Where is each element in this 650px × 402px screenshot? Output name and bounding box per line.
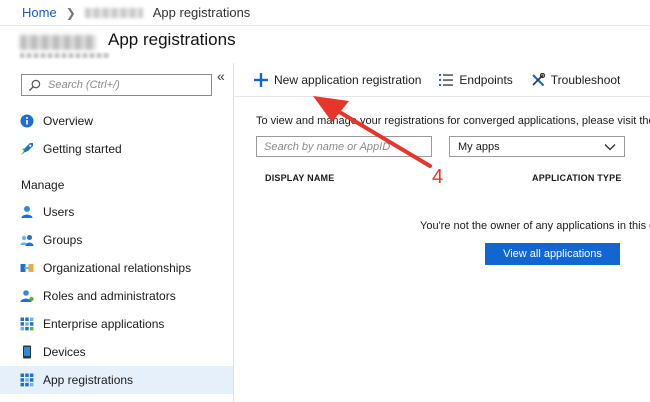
breadcrumb: Home ❯ App registrations [0, 0, 650, 26]
redacted-subtitle [20, 53, 110, 58]
collapse-sidebar-icon[interactable]: « [217, 68, 225, 84]
page-header: App registrations [0, 26, 650, 62]
sidebar-item-label: Devices [43, 345, 86, 359]
sidebar-item-users[interactable]: Users [0, 198, 233, 226]
search-icon [28, 79, 41, 91]
chevron-right-icon: ❯ [65, 5, 76, 20]
endpoints-label: Endpoints [459, 72, 513, 87]
user-icon [20, 205, 34, 219]
list-icon [439, 73, 454, 86]
enterprise-apps-icon [20, 317, 34, 331]
app-filter-select[interactable]: My apps [449, 136, 625, 157]
sidebar-item-label: Overview [43, 114, 94, 128]
info-text: To view and manage your registrations fo… [256, 115, 650, 127]
app-registrations-icon [20, 373, 34, 387]
endpoints-button[interactable]: Endpoints [439, 72, 513, 87]
plus-icon [254, 72, 268, 87]
troubleshoot-label: Troubleshoot [550, 72, 621, 87]
sidebar-item-roles[interactable]: Roles and administrators [0, 282, 233, 310]
sidebar-item-app-registrations[interactable]: App registrations [0, 366, 233, 394]
sidebar-item-devices[interactable]: Devices [0, 338, 233, 366]
sidebar-item-label: Getting started [43, 142, 122, 156]
info-icon [20, 114, 34, 128]
redacted-tenant-name [84, 7, 143, 18]
sidebar-item-label: Enterprise applications [43, 317, 165, 331]
sidebar-item-groups[interactable]: Groups [0, 226, 233, 254]
device-icon [20, 345, 34, 359]
page-title: App registrations [108, 30, 236, 49]
app-search-input[interactable] [256, 136, 432, 157]
converged-apps-info: To view and manage your registrations fo… [256, 115, 650, 127]
section-label-manage: Manage [21, 178, 65, 192]
new-app-registration-button[interactable]: New application registration [254, 72, 422, 87]
step-number-label: 4 [432, 166, 444, 188]
sidebar: « Overview Getting started Manage Users … [0, 63, 234, 402]
chevron-down-icon [604, 143, 616, 150]
rocket-icon [20, 142, 34, 156]
redacted-tenant-title [20, 35, 96, 50]
sidebar-item-getting-started[interactable]: Getting started [0, 135, 233, 163]
sidebar-item-label: Groups [43, 233, 83, 247]
sidebar-item-label: Users [43, 205, 75, 219]
roles-icon [20, 289, 34, 303]
sidebar-item-label: Roles and administrators [43, 289, 176, 303]
empty-state-message: You're not the owner of any applications… [420, 220, 650, 232]
breadcrumb-home-link[interactable]: Home [22, 5, 57, 20]
sidebar-search[interactable] [21, 74, 212, 96]
main-content: To view and manage your registrations fo… [234, 97, 650, 402]
tools-icon [532, 72, 545, 86]
sidebar-item-overview[interactable]: Overview [0, 107, 233, 135]
sidebar-search-input[interactable] [48, 79, 208, 91]
view-all-applications-button[interactable]: View all applications [485, 243, 620, 265]
new-app-registration-label: New application registration [274, 72, 422, 87]
command-bar: New application registration Endpoints T… [234, 63, 650, 97]
column-header-display-name[interactable]: DISPLAY NAME [265, 173, 334, 183]
sidebar-item-label: Organizational relationships [43, 261, 192, 275]
groups-icon [20, 233, 34, 247]
troubleshoot-button[interactable]: Troubleshoot [531, 72, 621, 87]
app-filter-value: My apps [458, 140, 500, 153]
breadcrumb-current: App registrations [152, 5, 251, 20]
column-header-application-type[interactable]: APPLICATION TYPE [532, 173, 622, 183]
sidebar-item-org-relationships[interactable]: Organizational relationships [0, 254, 233, 282]
org-relationships-icon [20, 261, 34, 275]
sidebar-item-label: App registrations [43, 373, 134, 387]
sidebar-item-enterprise-apps[interactable]: Enterprise applications [0, 310, 233, 338]
